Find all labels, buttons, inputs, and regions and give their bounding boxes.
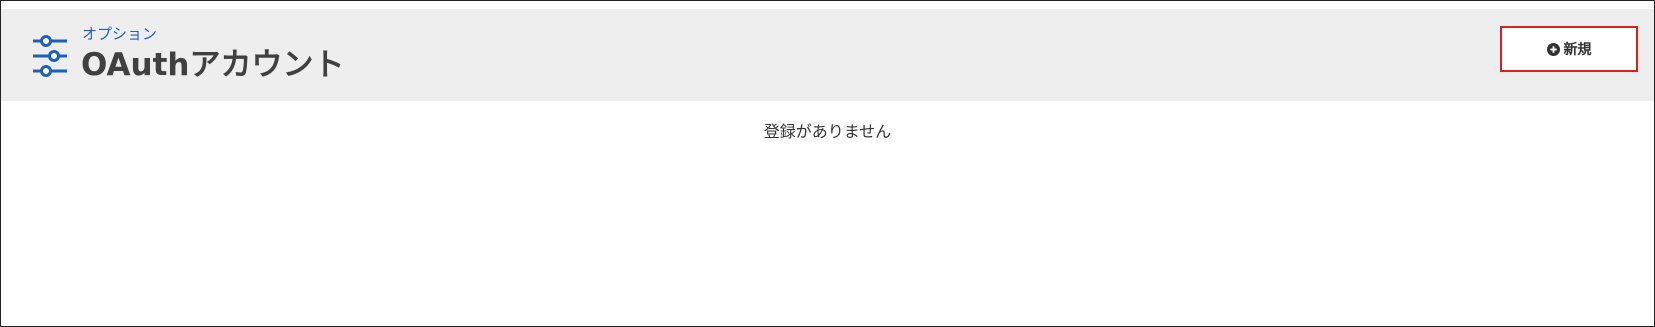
- page-header: オプション OAuthアカウント 新規: [1, 9, 1654, 101]
- plus-circle-icon: [1546, 42, 1560, 56]
- new-button-label: 新規: [1563, 42, 1592, 58]
- settings-sliders-icon: [33, 35, 67, 77]
- app-frame: オプション OAuthアカウント 新規 登録がありません: [0, 0, 1655, 327]
- new-button[interactable]: 新規: [1500, 26, 1638, 72]
- page-title: OAuthアカウント: [81, 47, 345, 83]
- empty-state-message: 登録がありません: [763, 122, 892, 141]
- breadcrumb[interactable]: オプション: [82, 25, 157, 43]
